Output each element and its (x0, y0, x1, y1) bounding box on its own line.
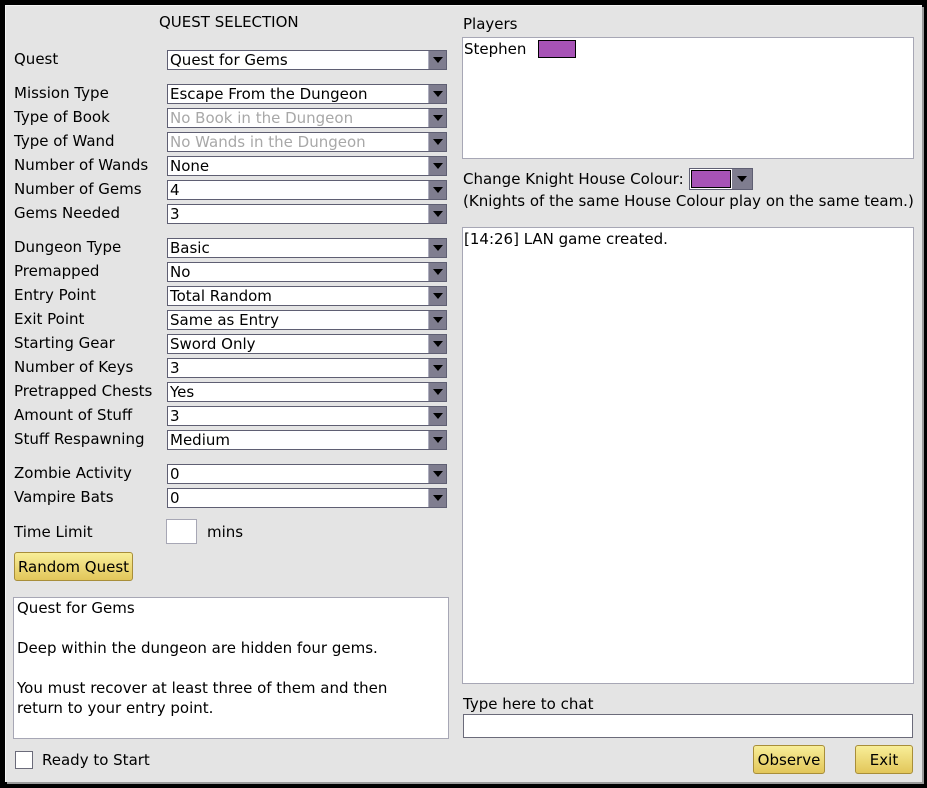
chat-input[interactable] (463, 714, 913, 738)
number-of-wands-dropdown[interactable]: None (167, 156, 447, 176)
gems-needed-value: 3 (170, 205, 180, 223)
random-quest-button[interactable]: Random Quest (14, 552, 133, 581)
stuff-respawning-value: Medium (170, 431, 230, 449)
chevron-down-icon[interactable] (428, 287, 446, 305)
dungeon-type-value: Basic (170, 239, 210, 257)
premapped-dropdown[interactable]: No (167, 262, 447, 282)
amount-of-stuff-label: Amount of Stuff (14, 406, 133, 424)
chevron-down-icon (732, 169, 752, 189)
quest-value: Quest for Gems (170, 51, 288, 69)
quest-selection-title: QUEST SELECTION (159, 13, 299, 31)
description-line: Deep within the dungeon are hidden four … (17, 639, 378, 657)
chevron-down-icon[interactable] (428, 311, 446, 329)
house-colour-swatch (691, 170, 731, 188)
pretrapped-chests-value: Yes (170, 383, 195, 401)
vampire-bats-value: 0 (170, 489, 180, 507)
description-line: return to your entry point. (17, 699, 214, 717)
number-of-gems-label: Number of Gems (14, 180, 142, 198)
ready-to-start-checkbox[interactable] (15, 751, 33, 769)
gems-needed-label: Gems Needed (14, 204, 120, 222)
chevron-down-icon[interactable] (428, 383, 446, 401)
chevron-down-icon[interactable] (428, 239, 446, 257)
player-colour-swatch (538, 40, 576, 58)
chevron-down-icon (428, 133, 446, 151)
chevron-down-icon[interactable] (428, 359, 446, 377)
pretrapped-chests-dropdown[interactable]: Yes (167, 382, 447, 402)
time-limit-label: Time Limit (14, 523, 93, 541)
chevron-down-icon[interactable] (428, 489, 446, 507)
entry-point-dropdown[interactable]: Total Random (167, 286, 447, 306)
mission-type-dropdown[interactable]: Escape From the Dungeon (167, 84, 447, 104)
quest-label: Quest (14, 50, 59, 68)
type-of-wand-label: Type of Wand (14, 132, 115, 150)
type-of-wand-value: No Wands in the Dungeon (170, 133, 366, 151)
chevron-down-icon[interactable] (428, 51, 446, 69)
player-name: Stephen (464, 40, 527, 58)
mission-type-value: Escape From the Dungeon (170, 85, 368, 103)
mission-type-label: Mission Type (14, 84, 109, 102)
dungeon-type-label: Dungeon Type (14, 238, 122, 256)
number-of-keys-dropdown[interactable]: 3 (167, 358, 447, 378)
amount-of-stuff-value: 3 (170, 407, 180, 425)
zombie-activity-label: Zombie Activity (14, 464, 132, 482)
type-of-book-label: Type of Book (14, 108, 110, 126)
type-of-book-dropdown: No Book in the Dungeon (167, 108, 447, 128)
vampire-bats-label: Vampire Bats (14, 488, 114, 506)
players-title: Players (463, 15, 518, 33)
number-of-keys-label: Number of Keys (14, 358, 134, 376)
chat-message: [14:26] LAN game created. (464, 230, 668, 248)
quest-description-box: Quest for Gems Deep within the dungeon a… (13, 597, 449, 739)
starting-gear-value: Sword Only (170, 335, 256, 353)
exit-button[interactable]: Exit (855, 745, 913, 774)
ready-to-start-label: Ready to Start (42, 751, 150, 769)
house-colour-dropdown[interactable] (689, 168, 753, 190)
chevron-down-icon[interactable] (428, 335, 446, 353)
chevron-down-icon[interactable] (428, 85, 446, 103)
house-colour-note: (Knights of the same House Colour play o… (463, 192, 914, 210)
chat-input-label: Type here to chat (463, 695, 594, 713)
chevron-down-icon[interactable] (428, 431, 446, 449)
number-of-wands-value: None (170, 157, 210, 175)
exit-point-dropdown[interactable]: Same as Entry (167, 310, 447, 330)
house-colour-label: Change Knight House Colour: (463, 170, 684, 188)
time-limit-input[interactable] (166, 519, 197, 544)
starting-gear-label: Starting Gear (14, 334, 115, 352)
entry-point-value: Total Random (170, 287, 272, 305)
starting-gear-dropdown[interactable]: Sword Only (167, 334, 447, 354)
chevron-down-icon[interactable] (428, 263, 446, 281)
zombie-activity-value: 0 (170, 465, 180, 483)
vampire-bats-dropdown[interactable]: 0 (167, 488, 447, 508)
observe-button[interactable]: Observe (753, 745, 825, 774)
number-of-wands-label: Number of Wands (14, 156, 149, 174)
pretrapped-chests-label: Pretrapped Chests (14, 382, 153, 400)
number-of-gems-value: 4 (170, 181, 180, 199)
chevron-down-icon[interactable] (428, 205, 446, 223)
type-of-book-value: No Book in the Dungeon (170, 109, 354, 127)
chat-log: [14:26] LAN game created. (462, 227, 914, 684)
amount-of-stuff-dropdown[interactable]: 3 (167, 406, 447, 426)
number-of-keys-value: 3 (170, 359, 180, 377)
quest-dropdown[interactable]: Quest for Gems (167, 50, 447, 70)
exit-point-value: Same as Entry (170, 311, 280, 329)
dungeon-type-dropdown[interactable]: Basic (167, 238, 447, 258)
description-line: Quest for Gems (17, 599, 135, 617)
gems-needed-dropdown[interactable]: 3 (167, 204, 447, 224)
premapped-value: No (170, 263, 191, 281)
time-limit-unit: mins (207, 523, 244, 541)
number-of-gems-dropdown[interactable]: 4 (167, 180, 447, 200)
chevron-down-icon[interactable] (428, 157, 446, 175)
premapped-label: Premapped (14, 262, 100, 280)
chevron-down-icon[interactable] (428, 407, 446, 425)
players-list: Stephen (462, 37, 914, 159)
type-of-wand-dropdown: No Wands in the Dungeon (167, 132, 447, 152)
exit-point-label: Exit Point (14, 310, 85, 328)
entry-point-label: Entry Point (14, 286, 96, 304)
zombie-activity-dropdown[interactable]: 0 (167, 464, 447, 484)
chevron-down-icon[interactable] (428, 181, 446, 199)
stuff-respawning-dropdown[interactable]: Medium (167, 430, 447, 450)
chevron-down-icon (428, 109, 446, 127)
stuff-respawning-label: Stuff Respawning (14, 430, 145, 448)
chevron-down-icon[interactable] (428, 465, 446, 483)
description-line: You must recover at least three of them … (17, 679, 388, 697)
